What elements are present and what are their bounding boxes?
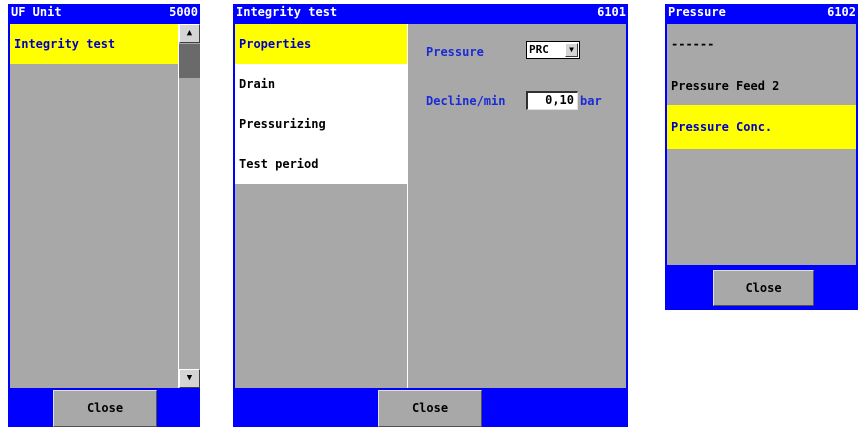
decline-unit: bar — [580, 94, 602, 108]
option-label: Pressure Conc. — [671, 120, 773, 134]
menu-item-label: Test period — [239, 157, 319, 171]
uf-unit-scrollbar[interactable]: ▲ ▼ — [178, 24, 200, 388]
decline-value: 0,10 — [545, 93, 574, 107]
integrity-test-window: Integrity test 6101 Properties Drain Pre… — [233, 4, 628, 427]
uf-unit-list: Integrity test — [10, 24, 178, 388]
uf-unit-window: UF Unit 5000 Integrity test ▲ ▼ Close — [8, 4, 200, 427]
close-button-label: Close — [86, 401, 124, 415]
chevron-down-icon[interactable]: ▼ — [565, 43, 578, 57]
close-button-label: Close — [411, 401, 449, 415]
close-button[interactable]: Close — [713, 270, 814, 306]
triangle-up-icon: ▲ — [186, 28, 193, 38]
uf-unit-titlebar: UF Unit 5000 — [8, 4, 200, 21]
pressure-select[interactable]: PRC ▼ — [526, 41, 580, 59]
option-label: ------ — [671, 37, 715, 51]
list-item-label: Integrity test — [14, 37, 116, 51]
decline-input[interactable]: 0,10 — [526, 91, 578, 110]
menu-item-properties[interactable]: Properties — [235, 24, 407, 64]
menu-item-label: Pressurizing — [239, 117, 326, 131]
decline-label: Decline/min — [426, 94, 506, 108]
option-pressure-conc[interactable]: Pressure Conc. — [667, 105, 856, 149]
pressure-label: Pressure — [426, 45, 484, 59]
option-pressure-feed-2[interactable]: Pressure Feed 2 — [667, 66, 856, 106]
menu-item-label: Properties — [239, 37, 312, 51]
integrity-test-code: 6101 — [597, 5, 626, 19]
scroll-up-button[interactable]: ▲ — [179, 24, 200, 43]
pressure-window: Pressure 6102 ------ Pressure Feed 2 Pre… — [665, 4, 858, 310]
close-button[interactable]: Close — [378, 390, 482, 427]
menu-item-label: Drain — [239, 77, 276, 91]
scroll-down-button[interactable]: ▼ — [179, 369, 200, 388]
list-item-integrity-test[interactable]: Integrity test — [10, 24, 178, 64]
close-button-label: Close — [745, 281, 782, 295]
menu-item-test-period[interactable]: Test period — [235, 144, 407, 184]
pressure-titlebar: Pressure 6102 — [665, 4, 858, 21]
menu-item-drain[interactable]: Drain — [235, 64, 407, 104]
option-label: Pressure Feed 2 — [671, 79, 780, 93]
pressure-options-list: ------ Pressure Feed 2 Pressure Conc. — [667, 24, 856, 265]
menu-item-pressurizing[interactable]: Pressurizing — [235, 104, 407, 144]
scrollbar-thumb[interactable] — [179, 44, 200, 78]
uf-unit-title: UF Unit — [11, 5, 62, 19]
pressure-title: Pressure — [668, 5, 726, 19]
integrity-test-titlebar: Integrity test 6101 — [233, 4, 628, 21]
triangle-down-icon: ▼ — [186, 373, 193, 383]
close-button[interactable]: Close — [53, 390, 157, 427]
integrity-test-title: Integrity test — [236, 5, 338, 19]
pressure-code: 6102 — [827, 5, 856, 19]
uf-unit-code: 5000 — [169, 5, 198, 19]
pressure-select-value: PRC — [529, 43, 549, 56]
properties-pane: Pressure PRC ▼ Decline/min 0,10 bar — [408, 24, 626, 388]
integrity-test-menu: Properties Drain Pressurizing Test perio… — [235, 24, 407, 388]
option-none[interactable]: ------ — [667, 24, 856, 64]
